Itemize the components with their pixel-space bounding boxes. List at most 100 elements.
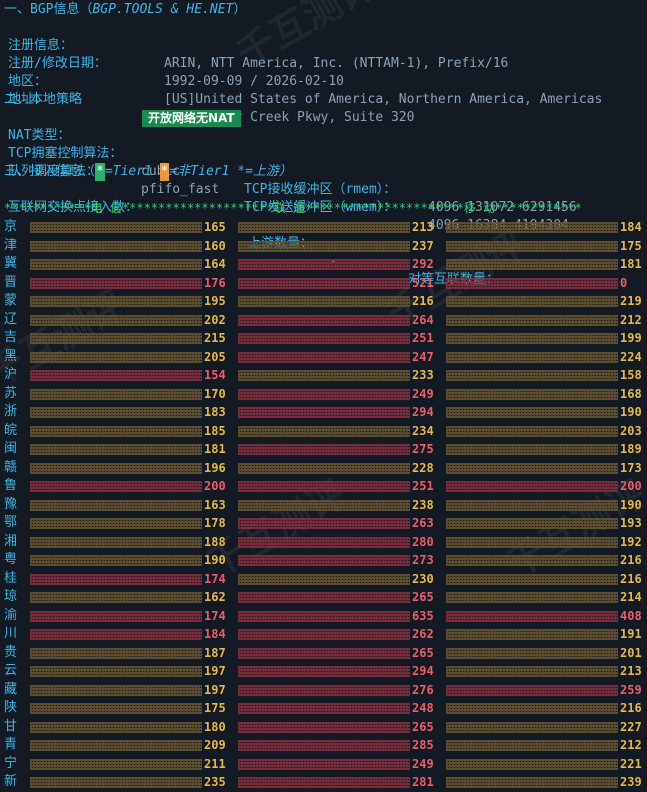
latency-bar [30,388,202,400]
province-label: 皖 [4,422,18,438]
mobile-latency: 213 [620,664,642,678]
unicom-latency: 294 [412,664,434,678]
latency-bar [238,407,410,418]
mobile-latency: 158 [620,368,642,382]
latency-bar [446,721,618,733]
access-info-title: 三、接入信息（*=Tier1 *=非Tier1 *=上游） [4,163,292,181]
unicom-latency: 285 [412,738,434,752]
telecom-latency: 209 [204,738,226,752]
region-value: [US]United States of America, Northern A… [164,92,603,107]
province-label: 鲁 [4,478,18,493]
telecom-latency: 180 [204,719,226,734]
mobile-latency: 190 [620,497,642,512]
bgp-section-title: 一、BGP信息（BGP.TOOLS & HE.NET） [4,2,247,17]
unicom-latency: 262 [412,627,434,641]
mobile-latency: 227 [620,719,642,734]
unicom-latency: 273 [412,553,434,567]
telecom-latency: 163 [204,497,226,512]
mobile-latency: 199 [620,331,642,345]
latency-bar [30,370,202,381]
latency-bar [30,407,202,418]
mobile-latency: 191 [620,627,642,641]
province-label: 川 [4,626,18,641]
unicom-latency: 276 [412,682,434,697]
unicom-latency: 251 [412,331,434,345]
province-row: 蒙 195 216 219 [0,292,647,311]
province-label: 宁 [4,755,18,771]
mobile-latency: 221 [620,756,642,771]
latency-bar [238,573,410,585]
unicom-latency: 228 [412,460,434,475]
province-row: 黑 205 247 224 [0,348,647,367]
telecom-latency: 184 [204,627,226,641]
province-row: 皖 185 234 203 [0,422,647,441]
province-row: 辽 202 264 212 [0,311,647,330]
latency-bar [30,666,202,677]
latency-bar [30,740,202,751]
telecom-latency: 170 [204,386,226,401]
latency-bar [30,703,202,714]
province-label: 藏 [4,681,18,697]
province-label: 甘 [4,718,18,734]
latency-bar [446,240,618,252]
province-label: 新 [4,774,18,789]
latency-bar [30,333,202,344]
latency-bar [446,536,618,548]
ix-row: 互联网交换点接入数： - 上游数量： - 对等互联数量： - [4,181,644,305]
province-row: 云 197 294 213 [0,662,647,681]
province-row: 藏 197 276 259 [0,681,647,700]
latency-bar [30,222,202,233]
latency-bar [446,407,618,418]
mobile-latency: 212 [620,312,642,327]
latency-bar [446,647,618,659]
telecom-latency: 211 [204,756,226,771]
province-row: 吉 215 251 199 [0,329,647,348]
mobile-latency: 175 [620,238,642,253]
telecom-latency: 165 [204,220,226,234]
unicom-latency: 248 [412,701,434,715]
latency-bar [30,777,202,788]
province-label: 桂 [4,570,18,586]
latency-bar [238,370,410,381]
latency-bar [238,647,410,659]
unicom-latency: 294 [412,405,434,419]
mobile-latency: 193 [620,516,642,530]
province-label: 陕 [4,700,18,715]
latency-bar [238,222,410,233]
province-row: 桂 174 230 216 [0,570,647,589]
telecom-latency: 195 [204,294,226,308]
header-telecom: 电 信 [90,201,122,215]
latency-bar [446,499,618,511]
telecom-latency: 162 [204,590,226,604]
telecom-latency: 196 [204,460,226,475]
mobile-latency: 200 [620,479,642,493]
unicom-latency: 249 [412,756,434,771]
province-row: 青 209 285 212 [0,736,647,755]
province-row: 赣 196 228 173 [0,459,647,478]
province-row: 晋 176 521 0 [0,274,647,293]
province-row: 川 184 262 191 [0,625,647,644]
province-label: 吉 [4,330,18,345]
province-label: 京 [4,219,18,234]
province-row: 闽 181 275 189 [0,440,647,459]
latency-bar [238,333,410,344]
unicom-latency: 230 [412,571,434,586]
telecom-latency: 183 [204,405,226,419]
latency-bar [30,296,202,307]
mobile-latency: 173 [620,460,642,475]
latency-bar [30,684,202,696]
latency-bar [238,666,410,677]
unicom-latency: 281 [412,775,434,789]
latency-bar [238,314,410,326]
province-label: 浙 [4,404,18,419]
latency-bar [30,518,202,529]
province-row: 津 160 237 175 [0,237,647,256]
mobile-latency: 184 [620,220,642,234]
latency-bar [446,703,618,714]
province-label: 津 [4,237,18,253]
unicom-latency: 265 [412,590,434,604]
latency-bar [446,296,618,307]
mobile-latency: 216 [620,701,642,715]
province-row: 甘 180 265 227 [0,718,647,737]
latency-bar [446,462,618,474]
